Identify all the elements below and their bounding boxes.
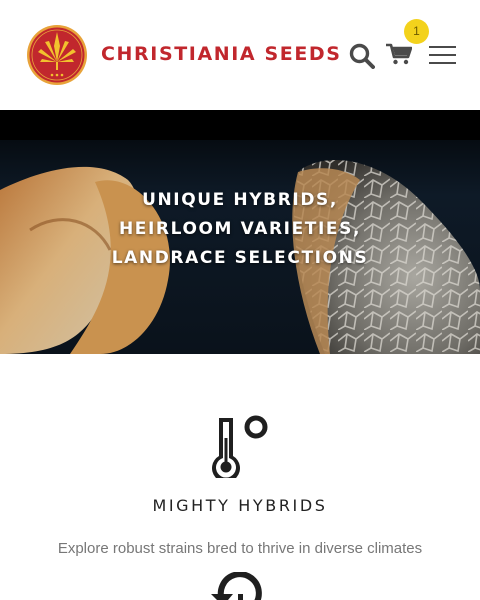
feature-title: MIGHTY HYBRIDS xyxy=(152,496,328,515)
history-icon xyxy=(211,572,262,600)
brand-name[interactable]: CHRISTIANIA SEEDS xyxy=(101,43,342,65)
hero-line: UNIQUE HYBRIDS, xyxy=(142,190,338,210)
logo-icon[interactable] xyxy=(26,24,88,86)
site-header: CHRISTIANIA SEEDS 1 xyxy=(0,0,480,110)
thermometer-icon xyxy=(212,415,268,478)
hero-line: LANDRACE SELECTIONS xyxy=(111,248,369,268)
hero-line: HEIRLOOM VARIETIES, xyxy=(118,219,362,239)
feature-description: Explore robust strains bred to thrive in… xyxy=(57,540,423,557)
feature-mighty-hybrids: MIGHTY HYBRIDS Explore robust strains br… xyxy=(0,354,480,600)
cart-count-badge[interactable]: 1 xyxy=(404,19,429,44)
hero-banner: UNIQUE HYBRIDS, HEIRLOOM VARIETIES, LAND… xyxy=(0,110,480,354)
search-icon[interactable] xyxy=(349,43,375,69)
cart-icon[interactable] xyxy=(386,43,412,65)
hamburger-menu-icon[interactable] xyxy=(429,45,456,65)
hero-tagline: UNIQUE HYBRIDS, HEIRLOOM VARIETIES, LAND… xyxy=(0,186,480,273)
